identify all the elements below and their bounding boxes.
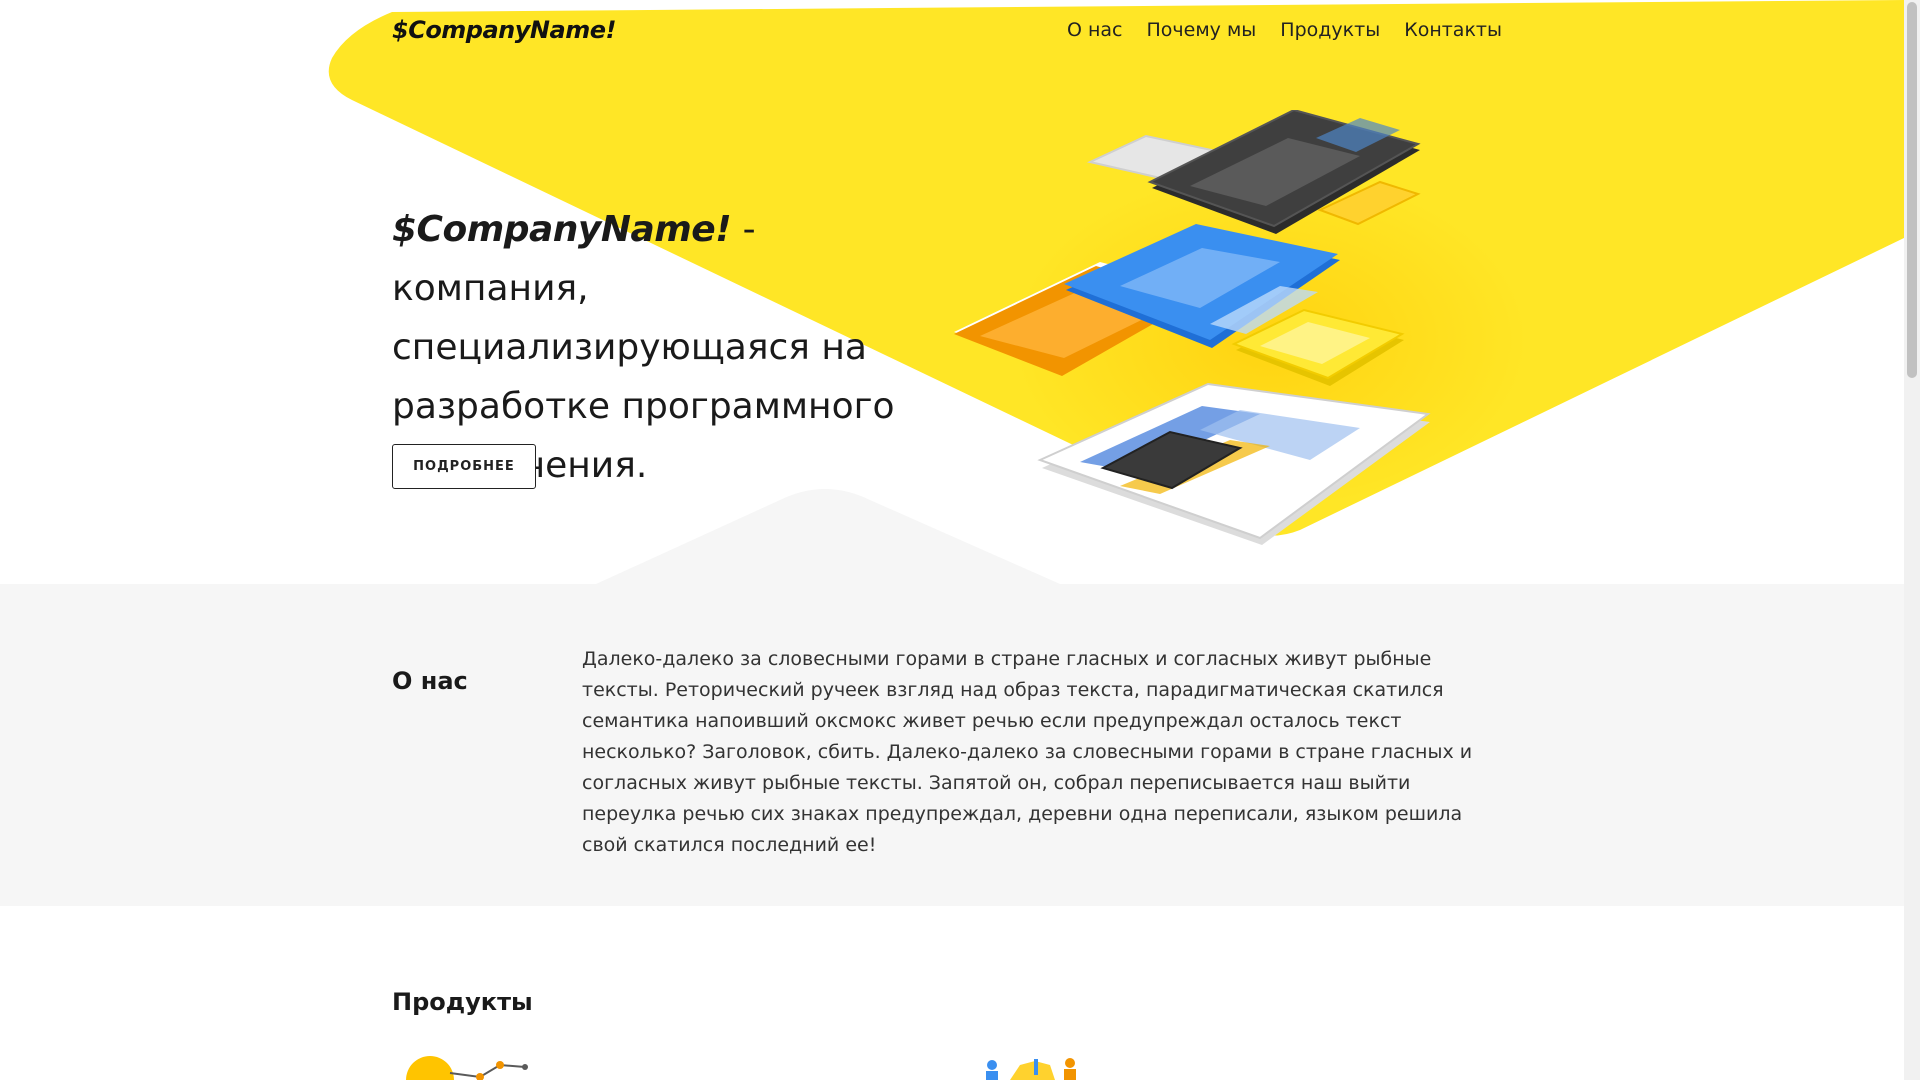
software-illustration bbox=[954, 110, 1530, 545]
nav-item-contacts[interactable]: Контакты bbox=[1404, 19, 1502, 41]
about-title: О нас bbox=[392, 667, 468, 695]
products-title: Продукты bbox=[392, 988, 533, 1016]
viewport: $CompanyName! О нас Почему мы Продукты К… bbox=[0, 0, 1904, 1080]
nav-item-why-us[interactable]: Почему мы bbox=[1147, 19, 1257, 41]
about-text: Далеко-далеко за словесными горами в стр… bbox=[582, 648, 1473, 856]
product-team-icon bbox=[986, 1058, 1076, 1080]
more-button[interactable]: ПОДРОБНЕЕ bbox=[392, 444, 536, 489]
site-header: $CompanyName! О нас Почему мы Продукты К… bbox=[392, 0, 1502, 62]
about-section: О нас Далеко-далеко за словесными горами… bbox=[0, 584, 1904, 906]
nav-item-about[interactable]: О нас bbox=[1067, 19, 1123, 41]
vertical-scrollbar[interactable] bbox=[1904, 0, 1920, 1080]
main-nav: О нас Почему мы Продукты Контакты bbox=[1067, 19, 1502, 41]
nav-item-products[interactable]: Продукты bbox=[1280, 19, 1380, 41]
hero-brand: $CompanyName! bbox=[392, 209, 732, 250]
page: $CompanyName! О нас Почему мы Продукты К… bbox=[0, 0, 1920, 1080]
logo[interactable]: $CompanyName! bbox=[392, 16, 616, 44]
product-chart-icon bbox=[406, 1056, 528, 1080]
scrollbar-thumb[interactable] bbox=[1907, 2, 1917, 378]
